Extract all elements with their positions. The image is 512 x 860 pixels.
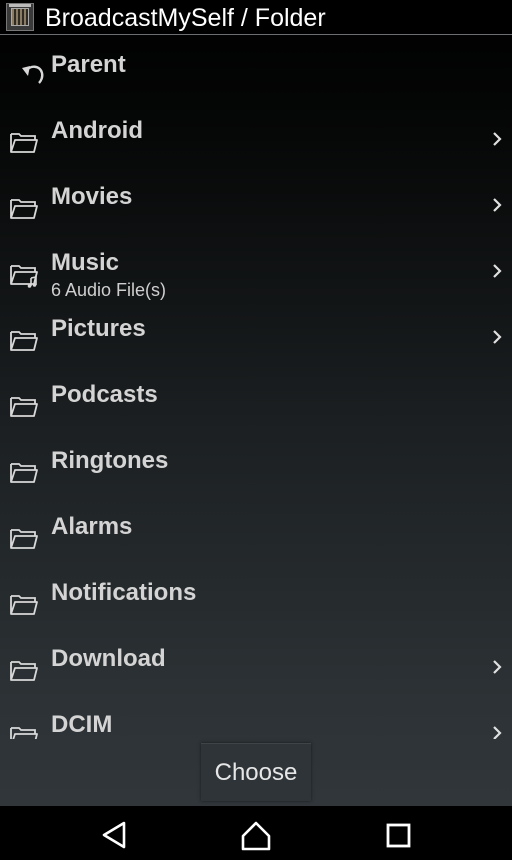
recents-icon[interactable] — [378, 818, 418, 852]
folder-name: Alarms — [51, 513, 133, 540]
folder-icon — [10, 661, 38, 681]
folder-name: Music — [51, 249, 120, 276]
folder-name: Pictures — [51, 315, 146, 342]
folder-icon — [10, 727, 38, 739]
home-icon[interactable] — [236, 818, 276, 852]
undo-arrow-icon — [22, 65, 44, 84]
screen: BroadcastMySelf / Folder Parent Android M… — [0, 0, 512, 860]
back-icon[interactable] — [96, 818, 136, 852]
folder-row-notifications[interactable]: Notifications — [0, 563, 512, 629]
folder-row-dcim[interactable]: DCIM — [0, 695, 512, 739]
folder-name: Notifications — [51, 579, 197, 606]
page-title: BroadcastMySelf / Folder — [45, 4, 326, 32]
folder-icon — [10, 595, 38, 615]
folder-list[interactable]: Parent Android Movies Music 6 Audio File(s)… — [0, 36, 512, 739]
chevron-right-icon — [493, 660, 502, 674]
folder-icon — [10, 397, 38, 417]
folder-icon — [10, 463, 38, 483]
folder-subtitle: 6 Audio File(s) — [51, 280, 167, 300]
parent-row[interactable]: Parent — [0, 36, 512, 101]
folder-row-pictures[interactable]: Pictures — [0, 299, 512, 365]
chevron-right-icon — [493, 198, 502, 212]
folder-row-android[interactable]: Android — [0, 101, 512, 167]
folder-row-podcasts[interactable]: Podcasts — [0, 365, 512, 431]
chevron-right-icon — [493, 132, 502, 146]
parent-label: Parent — [51, 51, 126, 78]
chevron-right-icon — [493, 264, 502, 278]
folder-row-alarms[interactable]: Alarms — [0, 497, 512, 563]
folder-icon — [10, 529, 38, 549]
folder-row-ringtones[interactable]: Ringtones — [0, 431, 512, 497]
chevron-right-icon — [493, 330, 502, 344]
folder-name: Podcasts — [51, 381, 158, 408]
folder-name: Android — [51, 117, 143, 144]
folder-name: Ringtones — [51, 447, 169, 474]
app-launcher-icon — [6, 3, 34, 31]
choose-button[interactable]: Choose — [201, 743, 311, 801]
folder-icon — [10, 133, 38, 153]
chevron-right-icon — [493, 726, 502, 739]
folder-row-movies[interactable]: Movies — [0, 167, 512, 233]
folder-name: Movies — [51, 183, 133, 210]
folder-icon — [10, 331, 38, 351]
folder-row-music[interactable]: Music 6 Audio File(s) — [0, 233, 512, 300]
folder-icon — [10, 199, 38, 219]
title-bar: BroadcastMySelf / Folder — [0, 0, 512, 35]
folder-row-download[interactable]: Download — [0, 629, 512, 695]
music-folder-icon — [10, 265, 38, 288]
folder-name: DCIM — [51, 711, 113, 738]
navigation-bar — [0, 806, 512, 860]
folder-name: Download — [51, 645, 166, 672]
